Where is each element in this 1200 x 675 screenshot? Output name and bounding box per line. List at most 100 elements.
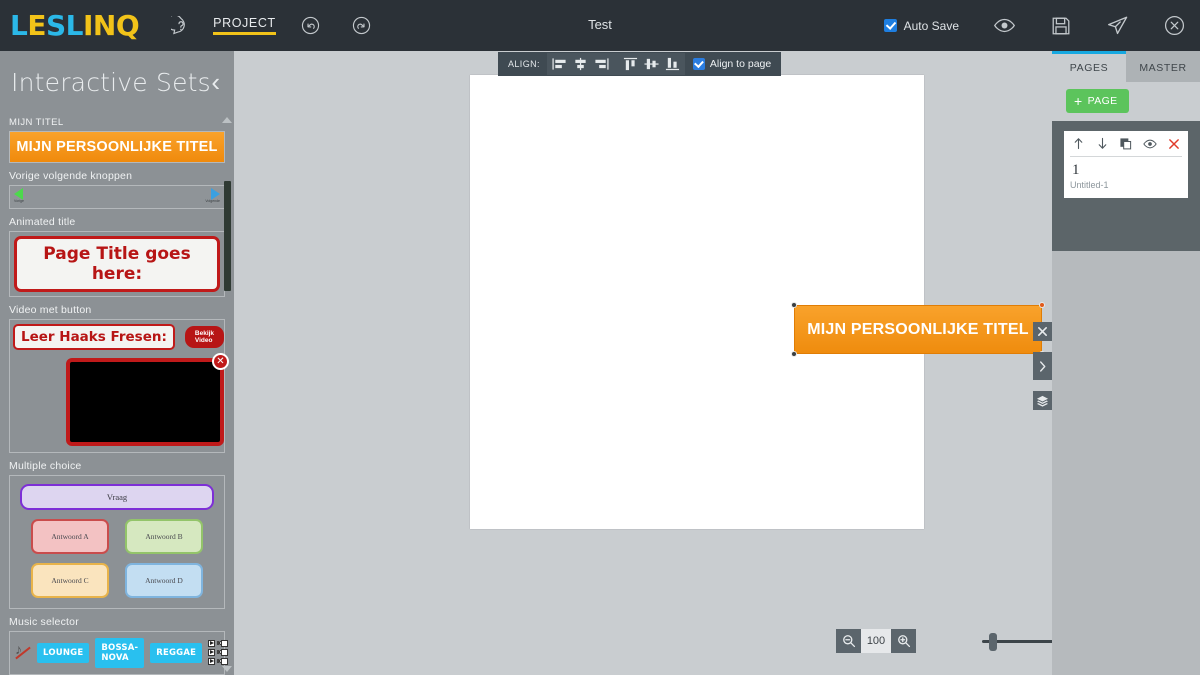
close-circle-icon[interactable] [1163, 14, 1186, 37]
music-slider-row [208, 648, 229, 656]
sidebar-set-multiple-choice[interactable]: Multiple choice Vraag Antwoord A Antwoor… [0, 456, 234, 609]
mc-answer-d: Antwoord D [125, 563, 203, 598]
expand-panel-icon[interactable] [1033, 352, 1052, 380]
resize-handle-bottom-left[interactable] [791, 351, 797, 357]
align-center-horizontal-icon[interactable] [570, 54, 591, 74]
toggle-visibility-icon[interactable] [1141, 136, 1158, 151]
canvas-area[interactable]: MIJN PERSOONLIJKE TITEL ALIGN: Align to … [234, 51, 1157, 675]
sidebar-header: Interactive Sets ‹ [0, 51, 234, 113]
sidebar-set-nav-buttons[interactable]: Vorige volgende knoppen Vorige Volgende [0, 166, 234, 209]
move-down-icon[interactable] [1094, 136, 1111, 151]
music-track-bossanova: BOSSA-NOVA [95, 638, 145, 668]
logo-letter-q: Q [115, 9, 140, 42]
project-menu[interactable]: PROJECT [213, 16, 276, 35]
set-preview-mijn-titel[interactable]: MIJN PERSOONLIJKE TITEL [9, 131, 225, 163]
sidebar-set-music-selector[interactable]: Music selector LOUNGE BOSSA-NOVA REGGAE [0, 612, 234, 675]
set-preview-video-button[interactable]: Leer Haaks Fresen: Bekijk Video ✕ [9, 319, 229, 453]
set-preview-music-selector[interactable]: LOUNGE BOSSA-NOVA REGGAE [9, 631, 229, 675]
sidebar-title: Interactive Sets [11, 67, 211, 97]
sidebar-scroll-up-arrow[interactable] [222, 117, 232, 123]
pages-panel-tabs: PAGES MASTER [1052, 51, 1200, 82]
canvas-page[interactable]: MIJN PERSOONLIJKE TITEL [470, 75, 1045, 529]
close-tools-icon[interactable] [1033, 322, 1052, 341]
canvas-side-tools [1033, 322, 1052, 421]
mc-answer-row-1: Antwoord A Antwoord B [20, 519, 214, 554]
next-label: Volgende [205, 199, 220, 203]
selected-title-object[interactable]: MIJN PERSOONLIJKE TITEL [791, 302, 1045, 357]
play-icon [208, 648, 216, 656]
page-thumbnail-card[interactable]: 1 Untitled-1 [1064, 131, 1188, 198]
sidebar-set-video-button[interactable]: Video met button Leer Haaks Fresen: Beki… [0, 300, 234, 453]
watch-video-button[interactable]: Bekijk Video [184, 326, 225, 348]
align-to-page-checkbox[interactable] [692, 58, 705, 70]
align-to-page-toggle[interactable]: Align to page [692, 58, 771, 70]
paper-plane-icon[interactable] [1106, 14, 1129, 37]
eye-icon[interactable] [993, 14, 1016, 37]
autosave-checkbox[interactable] [883, 19, 897, 32]
music-slider-row [208, 657, 229, 665]
resize-handle-top-right[interactable] [1039, 302, 1045, 308]
logo-letter-i: I [83, 9, 93, 42]
align-left-icon[interactable] [549, 54, 570, 74]
music-track-reggae: REGGAE [150, 643, 203, 663]
tab-master[interactable]: MASTER [1126, 51, 1200, 82]
top-toolbar: LESLINQ PROJECT Test Auto Save [0, 0, 1200, 51]
align-middle-vertical-icon[interactable] [641, 54, 662, 74]
delete-page-icon[interactable] [1165, 136, 1182, 151]
video-header-row: Leer Haaks Fresen: Bekijk Video [10, 320, 225, 350]
sidebar-scrollbar-thumb[interactable] [224, 181, 231, 291]
topbar-actions: Auto Save [883, 0, 1200, 51]
tab-pages[interactable]: PAGES [1052, 51, 1126, 82]
music-selector-preview: LOUNGE BOSSA-NOVA REGGAE [10, 632, 229, 674]
add-page-button[interactable]: + PAGE [1066, 89, 1129, 113]
play-icon [208, 657, 216, 665]
redo-icon[interactable] [351, 15, 372, 36]
layers-icon[interactable] [1033, 391, 1052, 410]
slider-track [217, 659, 224, 663]
autosave-toggle[interactable]: Auto Save [883, 18, 959, 33]
zoom-out-icon[interactable] [836, 629, 861, 653]
sidebar-scroll-down-arrow[interactable] [222, 666, 232, 672]
mc-answer-b: Antwoord B [125, 519, 203, 554]
sidebar-set-animated-title[interactable]: Animated title Page Title goes here: [0, 212, 234, 297]
zoom-value[interactable]: 100 [861, 629, 891, 653]
stop-icon [221, 639, 229, 647]
music-note-muted-icon [15, 641, 31, 661]
align-bottom-icon[interactable] [662, 54, 683, 74]
plus-icon: + [1074, 93, 1083, 109]
align-top-icon[interactable] [620, 54, 641, 74]
mc-question: Vraag [20, 484, 214, 510]
mc-answer-a: Antwoord A [31, 519, 109, 554]
set-preview-nav-buttons[interactable]: Vorige Volgende [9, 185, 225, 209]
slider-track [217, 641, 224, 645]
mc-answer-c: Antwoord C [31, 563, 109, 598]
duplicate-page-icon[interactable] [1118, 136, 1135, 151]
logo-letter-e: E [27, 9, 46, 42]
align-right-icon[interactable] [591, 54, 612, 74]
app-root: LESLINQ PROJECT Test Auto Save Interacti… [0, 0, 1200, 675]
music-volume-sliders [208, 639, 229, 667]
video-player-area[interactable]: ✕ [66, 353, 229, 446]
music-track-lounge: LOUNGE [37, 643, 90, 663]
set-preview-animated-title[interactable]: Page Title goes here: [9, 231, 225, 297]
zoom-in-icon[interactable] [891, 629, 916, 653]
move-up-icon[interactable] [1070, 136, 1087, 151]
floppy-disk-icon[interactable] [1050, 15, 1072, 37]
app-logo[interactable]: LESLINQ [10, 9, 140, 42]
set-label-multiple-choice: Multiple choice [9, 460, 82, 472]
pages-panel: PAGES MASTER + PAGE 1 Untitled-1 [1052, 51, 1200, 675]
close-circle-icon[interactable]: ✕ [212, 353, 229, 370]
resize-handle-top-left[interactable] [791, 302, 797, 308]
set-label-music-selector: Music selector [9, 616, 79, 628]
preview-nav-bar: Vorige Volgende [10, 186, 224, 208]
mc-answer-row-2: Antwoord C Antwoord D [20, 563, 214, 598]
set-preview-multiple-choice[interactable]: Vraag Antwoord A Antwoord B Antwoord C A… [9, 475, 225, 609]
zoom-slider-knob[interactable] [989, 633, 997, 651]
chevron-left-icon[interactable]: ‹ [211, 69, 220, 95]
logo-letter-n: N [92, 9, 116, 42]
autosave-label: Auto Save [903, 18, 959, 33]
align-label: ALIGN: [508, 59, 540, 69]
sidebar-set-mijn-titel[interactable]: MIJN TITEL MIJN PERSOONLIJKE TITEL [0, 113, 234, 163]
undo-icon[interactable] [300, 15, 321, 36]
help-circle-icon[interactable] [171, 15, 191, 36]
